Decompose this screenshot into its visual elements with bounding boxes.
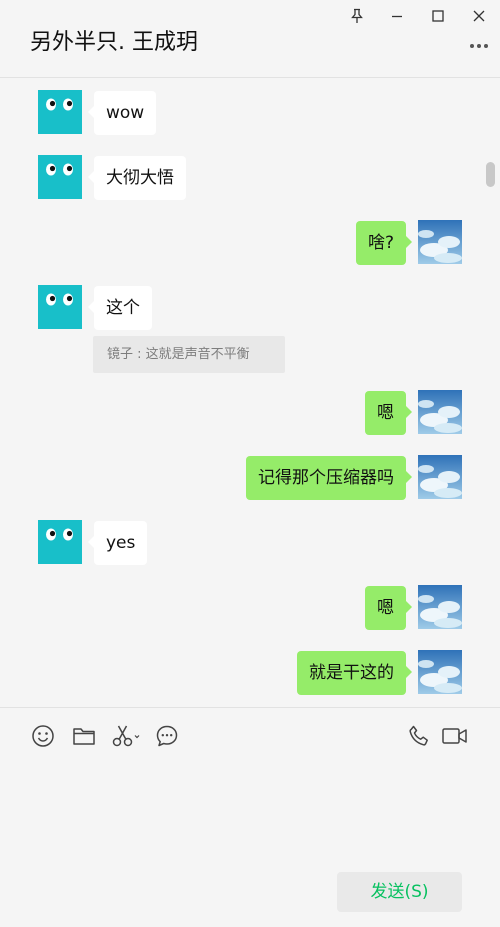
message-row: yes bbox=[0, 520, 500, 566]
video-call-button[interactable] bbox=[440, 722, 470, 750]
contact-avatar[interactable] bbox=[38, 520, 82, 564]
sky-clouds-avatar-icon bbox=[418, 585, 462, 629]
maximize-button[interactable] bbox=[427, 6, 449, 26]
voice-call-button[interactable] bbox=[405, 722, 433, 750]
message-bubble[interactable]: yes bbox=[87, 521, 148, 565]
message-bubble[interactable]: 啥? bbox=[355, 221, 413, 265]
message-row: 记得那个压缩器吗 bbox=[0, 455, 500, 501]
my-avatar[interactable] bbox=[418, 220, 462, 264]
message-bubble[interactable]: 大彻大悟 bbox=[88, 156, 186, 200]
cartoon-eyes-avatar-icon bbox=[38, 285, 82, 329]
message-list[interactable]: wow 大彻大悟 啥? 这个 镜子: 这就是声音不平衡 嗯 记得那个压缩器吗 … bbox=[0, 79, 500, 706]
my-avatar[interactable] bbox=[418, 585, 462, 629]
screenshot-scissors-icon bbox=[112, 725, 140, 747]
cartoon-eyes-avatar-icon bbox=[38, 155, 82, 199]
sky-clouds-avatar-icon bbox=[418, 220, 462, 264]
more-icon bbox=[470, 44, 488, 48]
message-row: 这个 bbox=[0, 285, 500, 331]
contact-avatar[interactable] bbox=[38, 155, 82, 199]
maximize-icon bbox=[432, 10, 444, 22]
chat-title: 另外半只. 王成玥 bbox=[30, 30, 198, 55]
cartoon-eyes-avatar-icon bbox=[38, 90, 82, 134]
folder-icon bbox=[73, 728, 95, 745]
message-row: 大彻大悟 bbox=[0, 155, 500, 201]
message-row: wow bbox=[0, 90, 500, 136]
emoji-icon bbox=[32, 725, 54, 747]
pin-button[interactable] bbox=[346, 6, 368, 26]
title-bar: 另外半只. 王成玥 bbox=[0, 0, 500, 78]
message-row: 啥? bbox=[0, 220, 500, 266]
video-call-icon bbox=[442, 728, 467, 744]
my-avatar[interactable] bbox=[418, 390, 462, 434]
cartoon-eyes-avatar-icon bbox=[38, 520, 82, 564]
sky-clouds-avatar-icon bbox=[418, 650, 462, 694]
message-input[interactable] bbox=[20, 768, 480, 864]
message-bubble[interactable]: 这个 bbox=[88, 286, 152, 330]
message-row: 就是干这的 bbox=[0, 650, 500, 696]
message-bubble[interactable]: wow bbox=[87, 91, 157, 135]
minimize-icon bbox=[392, 15, 402, 18]
screenshot-button[interactable] bbox=[110, 722, 142, 750]
my-avatar[interactable] bbox=[418, 455, 462, 499]
contact-avatar[interactable] bbox=[38, 285, 82, 329]
message-bubble[interactable]: 就是干这的 bbox=[297, 651, 412, 695]
close-button[interactable] bbox=[468, 6, 490, 26]
minimize-button[interactable] bbox=[386, 6, 408, 26]
quoted-message[interactable]: 镜子 : 这就是声音不平衡 bbox=[93, 336, 285, 373]
voice-call-icon bbox=[409, 725, 428, 746]
my-avatar[interactable] bbox=[418, 650, 462, 694]
close-icon bbox=[473, 10, 485, 22]
more-button[interactable] bbox=[468, 36, 490, 56]
send-button[interactable]: 发送(S) bbox=[337, 872, 462, 912]
message-row: 嗯 bbox=[0, 390, 500, 436]
message-row: 嗯 bbox=[0, 585, 500, 631]
message-bubble[interactable]: 记得那个压缩器吗 bbox=[246, 456, 412, 500]
emoji-button[interactable] bbox=[29, 722, 57, 750]
chat-history-icon bbox=[156, 725, 178, 747]
composer-toolbar bbox=[0, 707, 500, 765]
sky-clouds-avatar-icon bbox=[418, 455, 462, 499]
contact-avatar[interactable] bbox=[38, 90, 82, 134]
chat-history-button[interactable] bbox=[153, 722, 181, 750]
send-file-button[interactable] bbox=[70, 722, 98, 750]
sky-clouds-avatar-icon bbox=[418, 390, 462, 434]
message-bubble[interactable]: 嗯 bbox=[365, 391, 412, 435]
pin-icon bbox=[351, 8, 363, 23]
message-bubble[interactable]: 嗯 bbox=[365, 586, 412, 630]
